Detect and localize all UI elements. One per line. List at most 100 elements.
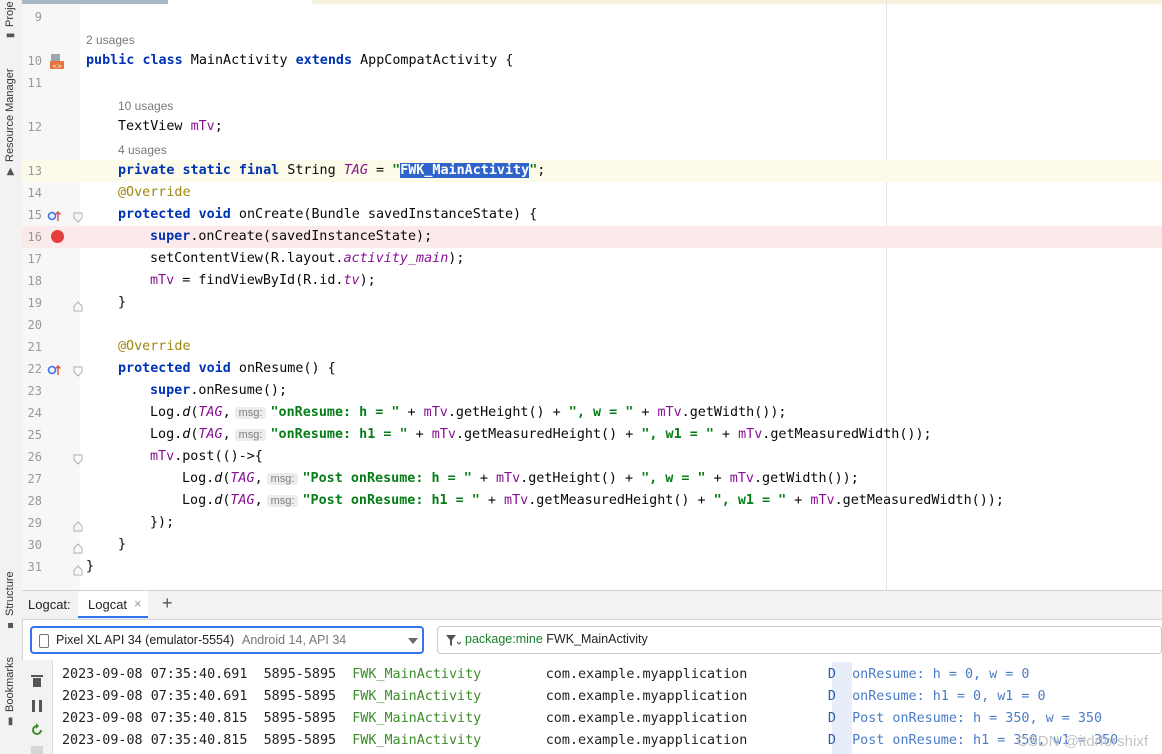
keyword: class (142, 53, 183, 68)
code-text: .getWidth()); (681, 405, 787, 420)
code-text: , (222, 427, 231, 442)
overrides-method-icon[interactable] (47, 208, 63, 222)
code-text: Log. (150, 427, 183, 442)
code-text: }); (150, 515, 175, 530)
code-text: + (713, 427, 739, 442)
annotation: @Override (118, 339, 191, 354)
trash-icon[interactable] (31, 672, 43, 691)
log-pid: 5895-5895 (263, 733, 337, 748)
log-time: 07:35:40.691 (150, 667, 248, 682)
structure-icon[interactable]: ▪ (5, 620, 16, 631)
code-line: private static final String TAG = "FWK_M… (118, 160, 545, 182)
log-row[interactable]: 2023-09-08 07:35:40.691 5895-5895 FWK_Ma… (62, 664, 1029, 686)
line-number: 28 (27, 494, 42, 508)
log-tag: FWK_MainActivity (352, 667, 482, 682)
fold-marker-icon[interactable] (73, 363, 83, 377)
filter-icon[interactable] (445, 633, 462, 652)
string-literal: "Post onResume: h1 = " (302, 493, 480, 508)
fold-end-icon[interactable] (73, 539, 83, 554)
breakpoint-icon[interactable] (51, 230, 64, 243)
code-line: protected void onResume() { (118, 358, 336, 380)
code-text: } (118, 537, 127, 552)
code-text: + (705, 471, 730, 486)
log-pid: 5895-5895 (263, 711, 337, 726)
line-number: 13 (27, 164, 42, 178)
constant-name: TAG (198, 405, 223, 420)
resource-manager-icon[interactable]: ▲ (5, 166, 16, 177)
fold-end-icon[interactable] (73, 561, 83, 576)
line-number: 18 (27, 274, 42, 288)
log-time: 07:35:40.815 (150, 711, 248, 726)
code-text: + (786, 493, 811, 508)
log-date: 2023-09-08 (62, 689, 143, 704)
string-literal: "onResume: h1 = " (270, 427, 408, 442)
code-line: Log.d(TAG, msg: "onResume: h = " + mTv.get… (150, 402, 786, 424)
pause-icon[interactable] (31, 697, 43, 716)
code-line: } (86, 556, 94, 578)
line-number: 10 (27, 54, 42, 68)
fold-end-icon[interactable] (73, 297, 83, 312)
code-text: .getMeasuredWidth()); (762, 427, 932, 442)
fold-marker-icon[interactable] (73, 209, 83, 223)
close-tab-icon[interactable]: × (134, 596, 142, 611)
selected-text[interactable]: FWK_MainActivity (400, 163, 530, 178)
string-literal: ", w = " (568, 405, 634, 420)
structure-tool-tab[interactable]: Structure (4, 571, 16, 616)
project-tool-tab[interactable]: Proje (4, 1, 16, 27)
field-name: mTv (190, 119, 215, 134)
code-text: = findViewById(R.id. (174, 273, 344, 288)
code-text: ; (537, 163, 546, 178)
code-text: + (471, 471, 496, 486)
phone-icon (39, 634, 49, 648)
line-number: 26 (27, 450, 42, 464)
line-number: 17 (27, 252, 42, 266)
log-level: D (827, 689, 836, 704)
log-tag: FWK_MainActivity (352, 733, 482, 748)
log-row[interactable]: 2023-09-08 07:35:40.815 5895-5895 FWK_Ma… (62, 730, 1118, 752)
string-literal: " (392, 163, 401, 178)
add-tab-icon[interactable]: + (162, 593, 173, 614)
device-selector[interactable]: Pixel XL API 34 (emulator-5554) Android … (30, 626, 424, 654)
code-text: AppCompatActivity { (352, 53, 514, 68)
string-literal: ", w1 = " (641, 427, 714, 442)
usages-hint[interactable]: 10 usages (118, 97, 173, 115)
log-row[interactable]: 2023-09-08 07:35:40.691 5895-5895 FWK_Ma… (62, 686, 1046, 708)
chevron-down-icon[interactable] (408, 638, 418, 644)
line-number: 27 (27, 472, 42, 486)
code-text: onCreate(Bundle savedInstanceState) { (230, 207, 538, 222)
log-row[interactable]: 2023-09-08 07:35:40.815 5895-5895 FWK_Ma… (62, 708, 1102, 730)
field-name: mTv (431, 427, 456, 442)
code-text: Log. (182, 493, 215, 508)
log-time: 07:35:40.691 (150, 689, 248, 704)
resource-manager-tool-tab[interactable]: Resource Manager (4, 68, 16, 162)
code-text: .getWidth()); (753, 471, 859, 486)
code-line: Log.d(TAG, msg: "onResume: h1 = " + mTv.ge… (150, 424, 932, 446)
scroll-end-icon[interactable] (31, 746, 43, 754)
device-os: Android 14, API 34 (242, 633, 347, 647)
field-name: tv (343, 273, 360, 288)
code-line: setContentView(R.layout.activity_main); (150, 248, 464, 270)
bookmarks-tool-tab[interactable]: Bookmarks (4, 657, 16, 712)
logcat-tab-bar (22, 590, 1162, 620)
bookmark-icon[interactable]: ▮ (5, 716, 16, 727)
usages-hint[interactable]: 4 usages (118, 141, 167, 159)
fold-marker-icon[interactable] (73, 451, 83, 465)
logcat-filter-input[interactable]: package:mine FWK_MainActivity (437, 626, 1162, 654)
field-name: mTv (738, 427, 763, 442)
folder-icon[interactable]: ▬ (5, 30, 16, 41)
keyword: protected void (118, 361, 231, 376)
restart-icon[interactable] (30, 722, 44, 741)
overrides-method-icon[interactable] (47, 362, 63, 376)
field-name: activity_main (343, 251, 449, 266)
code-line: super.onCreate(savedInstanceState); (150, 226, 432, 248)
usages-hint[interactable]: 2 usages (86, 31, 135, 49)
fold-end-icon[interactable] (73, 517, 83, 532)
line-number: 24 (27, 406, 42, 420)
code-text: ); (359, 273, 376, 288)
tab-logcat[interactable]: Logcat × (78, 591, 148, 618)
code-text: + (399, 405, 424, 420)
code-text: + (479, 493, 505, 508)
line-number: 11 (27, 76, 42, 90)
field-name: mTv (423, 405, 448, 420)
layout-file-icon[interactable]: <> (49, 53, 65, 70)
